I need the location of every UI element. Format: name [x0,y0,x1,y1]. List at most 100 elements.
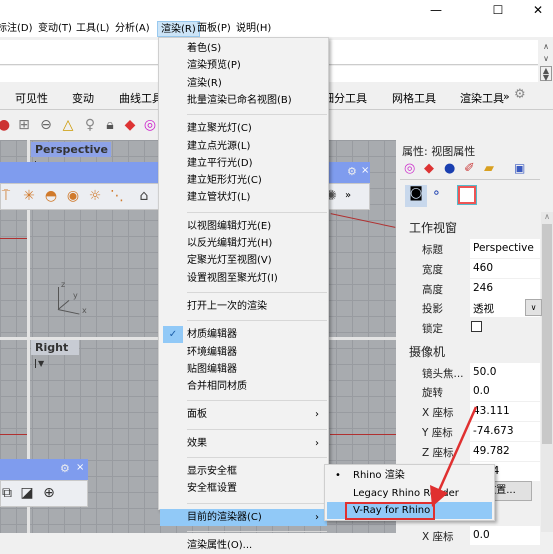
menu-item[interactable]: 目前的渲染器(C) › [160,508,327,526]
property-label: 镜头焦... [422,368,464,380]
target-icon[interactable]: ∘ [432,185,441,201]
menu-item-label: 定聚光灯至视图(V) [187,255,272,267]
rotate-icon[interactable]: ⊕ [39,485,59,501]
pencil-icon[interactable]: ✐ [464,161,475,176]
spotlight-icon[interactable]: ⍑ [0,188,16,204]
menu-item[interactable]: 建立管状灯(L) [160,189,327,206]
close-icon[interactable]: × [361,165,369,176]
menu-item[interactable]: 环境编辑器 [160,344,327,361]
dome-light-icon[interactable]: ◓ [41,188,61,204]
bomb-icon[interactable]: ● [444,161,455,176]
menu-item[interactable]: 贴图编辑器 [160,361,327,378]
scroll-up-icon[interactable]: ∧ [540,42,552,51]
height-field[interactable]: 246 [470,279,540,298]
y-coordinate-field[interactable]: -74.673 [470,422,540,441]
command-spinner[interactable]: ▲ ▼ [540,66,552,82]
gear-icon[interactable]: ⚙ [514,87,526,102]
menu-item[interactable]: 渲染预览(P) [160,57,327,74]
floating-toolbar-titlebar[interactable]: ⚙ × [0,459,88,480]
light-icon[interactable]: △ [58,115,78,135]
menu-item[interactable]: 着色(S) [160,40,327,57]
menu-item[interactable]: 建立矩形灯光(C) [160,172,327,189]
lock-icon[interactable]: 🔒︎ [100,115,120,135]
menu-panels[interactable]: 面板(P) [194,21,234,37]
menu-item[interactable]: 设置视图至聚光灯(I) [160,270,327,287]
menu-item-label: 打开上一次的渲染 [187,300,267,312]
maximize-button[interactable]: ☐ [483,2,513,18]
gear-icon[interactable]: ⚙ [347,165,357,178]
close-button[interactable]: ✕ [523,2,553,18]
lock-checkbox[interactable] [471,321,482,332]
menu-item[interactable]: 面板 › [160,406,327,423]
folder-icon[interactable]: ▰ [484,161,494,176]
minimize-button[interactable]: — [421,2,451,18]
menu-item[interactable]: 渲染属性(O)... [160,537,327,554]
car-icon[interactable]: ● [0,115,14,135]
dropdown-arrow-icon[interactable]: ▼ [35,359,45,368]
menu-item[interactable]: 以视图编辑灯光(E) [160,218,327,235]
point-light-icon[interactable]: ✳ [19,188,39,204]
overflow-icon[interactable]: » [345,190,351,201]
menu-item[interactable]: 渲染(R) [160,75,327,92]
menu-item[interactable]: 合并相同材质 [160,378,327,395]
menu-analyze[interactable]: 分析(A) [112,21,153,37]
rotation-field[interactable]: 0.0 [470,382,540,401]
tab-subd-tools[interactable]: 细分工具 [323,90,367,106]
grid-icon[interactable]: ⊞ [14,115,34,135]
menu-item[interactable]: 以反光编辑灯光(H) [160,235,327,252]
frame-icon[interactable] [457,185,477,205]
menu-transform[interactable]: 变动(T) [35,21,75,37]
bulb-icon[interactable]: ♀ [80,115,100,135]
title-field[interactable]: Perspective [470,239,540,258]
directional-light-icon[interactable]: ⋱ [107,188,127,204]
tab-curve-tools[interactable]: 曲线工具 [119,90,163,106]
color-wheel-icon[interactable]: ◎ [140,115,160,135]
notes-icon[interactable]: ▣ [514,161,525,175]
menu-item-label: 贴图编辑器 [187,363,237,375]
camera-icon[interactable]: ◙ [405,185,427,207]
lens-field[interactable]: 50.0 [470,363,540,382]
properties-scrollbar[interactable]: ∧ [541,212,553,532]
chevron-down-icon[interactable]: ∨ [525,299,542,316]
menu-help[interactable]: 说明(H) [233,21,274,37]
color-wheel-icon[interactable]: ◎ [404,161,415,176]
material-icon[interactable]: ◆ [424,161,434,176]
chevron-right-icon: › [315,409,319,421]
tabs-overflow-button[interactable]: » [503,90,510,103]
menu-item[interactable]: 建立点光源(L) [160,138,327,155]
material-icon[interactable]: ◆ [120,115,140,135]
tab-visibility[interactable]: 可见性 [15,90,48,106]
menu-item[interactable]: 建立平行光(D) [160,155,327,172]
square-icon[interactable]: ◪ [17,485,37,501]
gear-icon[interactable]: ⚙ [60,462,70,475]
target-icon[interactable]: ⊖ [36,115,56,135]
tab-render-tools[interactable]: 渲染工具 [460,90,504,106]
copy-icon[interactable]: ⧉ [0,485,17,501]
tab-transform[interactable]: 变动 [72,90,94,106]
menu-item[interactable]: 安全框设置 [160,480,327,497]
camera-icon[interactable]: ⌂ [134,188,154,204]
x-coordinate-field[interactable]: 43.111 [470,402,540,421]
tab-mesh-tools[interactable]: 网格工具 [392,90,436,106]
box-light-icon[interactable]: ◉ [63,188,83,204]
menu-separator [187,428,327,430]
menu-item[interactable]: ✓ 材质编辑器 [160,326,327,344]
menu-dimension[interactable]: 标注(D) [0,21,36,37]
menu-tools[interactable]: 工具(L) [73,21,112,37]
menu-item[interactable]: 效果 › [160,435,327,452]
z-coordinate-field[interactable]: 49.782 [470,442,540,461]
menu-item[interactable]: 建立聚光灯(C) [160,120,327,137]
close-icon[interactable]: × [76,462,84,473]
sun-icon[interactable]: ☼ [85,188,105,204]
menu-item-label: 以视图编辑灯光(E) [187,220,272,232]
menu-item[interactable]: 定聚光灯至视图(V) [160,252,327,269]
viewport-title-perspective[interactable]: Perspective ▼ [31,142,111,170]
width-field[interactable]: 460 [470,259,540,278]
viewport-title-right[interactable]: Right ▼ [31,340,79,368]
target-x-field[interactable]: 0.0 [470,526,540,545]
menu-item[interactable]: 批量渲染已命名视图(B) [160,92,327,109]
menu-item[interactable]: 显示安全框 [160,463,327,480]
menu-item[interactable]: 打开上一次的渲染 [160,298,327,315]
property-label: 标题 [422,244,443,256]
scroll-down-icon[interactable]: ∨ [540,54,552,63]
